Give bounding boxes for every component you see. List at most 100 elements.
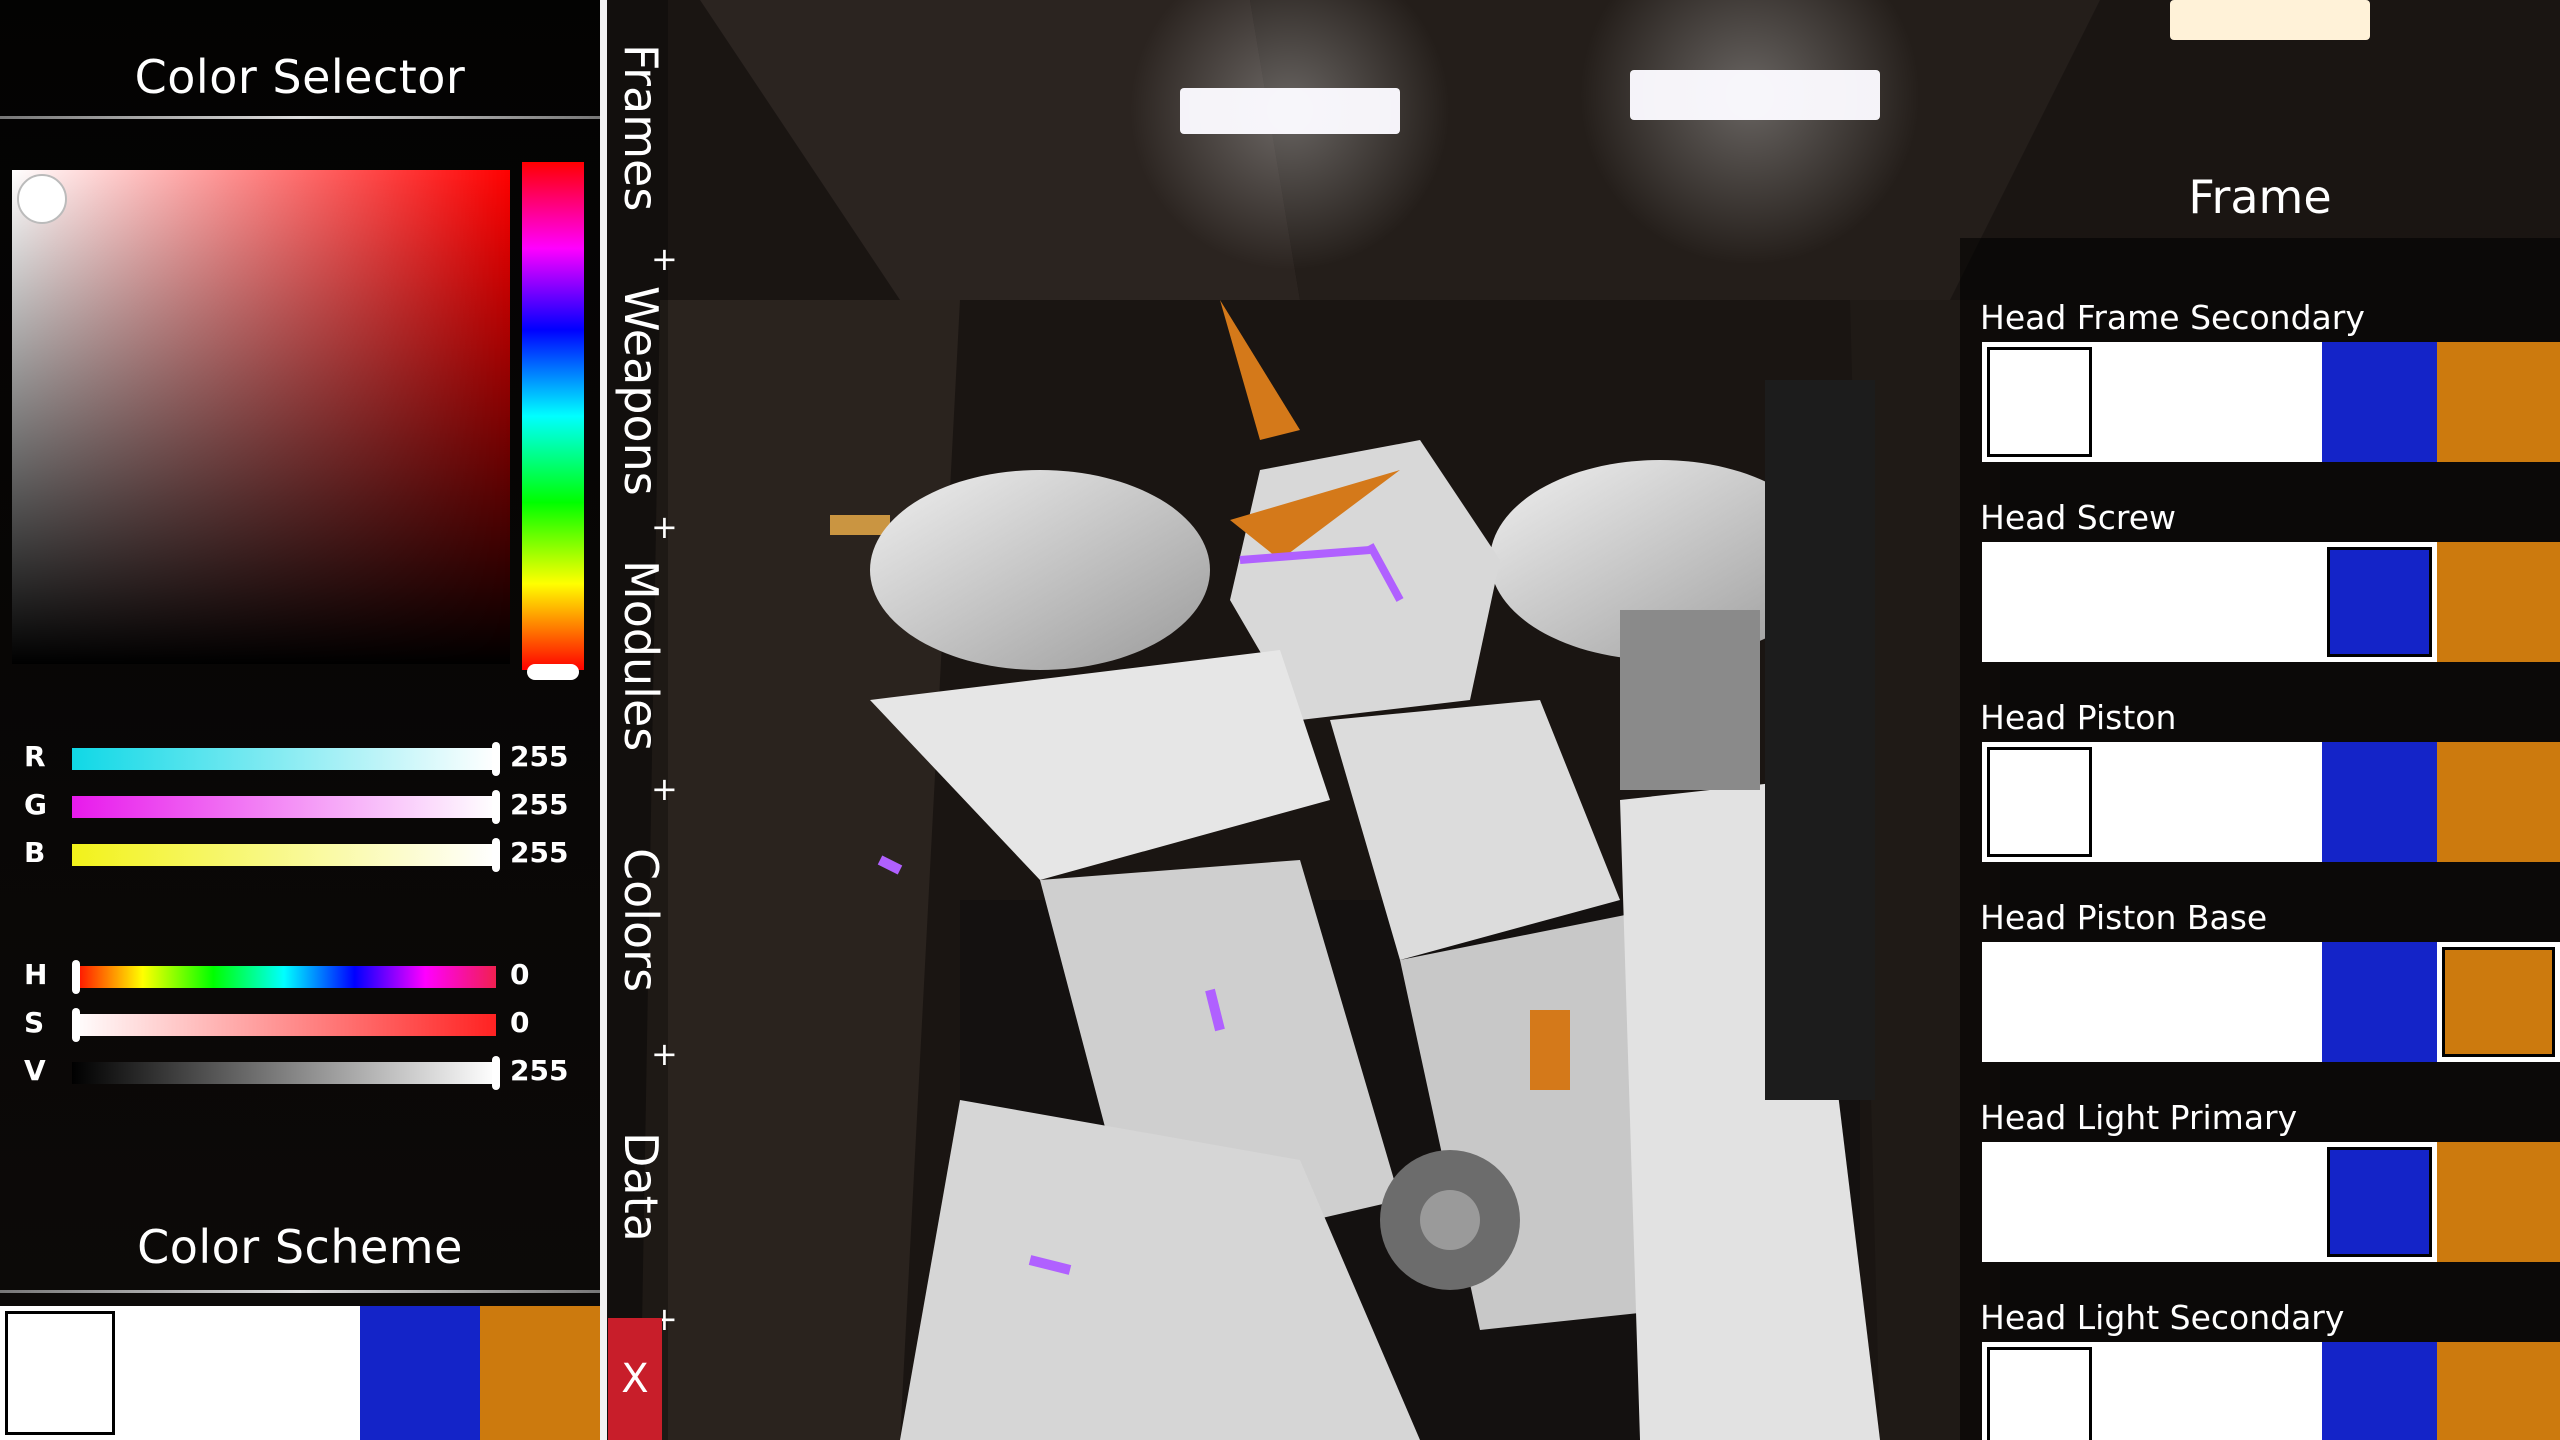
entry-swatches xyxy=(1982,1342,2560,1440)
color-selector-panel: Color Selector R 255 G 255 B 255 H 0 S 0… xyxy=(0,0,600,1440)
entry-label: Head Light Secondary xyxy=(1980,1298,2345,1337)
frame-color-list: Head Frame Secondary Head Screw Head Pis… xyxy=(1960,238,2560,1440)
entry-swatches xyxy=(1982,742,2560,862)
plus-icon: + xyxy=(651,240,678,278)
hue-slider-knob[interactable] xyxy=(72,960,80,994)
blue-slider: B 255 xyxy=(0,834,600,874)
color-swatch[interactable] xyxy=(2322,542,2437,662)
hue-slider-label: H xyxy=(24,958,48,991)
saturation-value-picker[interactable] xyxy=(12,170,510,664)
blue-slider-label: B xyxy=(24,836,46,869)
value-slider: V 255 xyxy=(0,1052,600,1092)
value-slider-knob[interactable] xyxy=(492,1056,500,1090)
color-swatch[interactable] xyxy=(2097,742,2322,862)
red-slider-track[interactable] xyxy=(72,748,496,770)
frame-color-entry xyxy=(1960,238,2560,252)
hue-value: 0 xyxy=(510,958,530,991)
tab-frames[interactable]: Frames xyxy=(607,44,668,211)
color-picker-handle[interactable] xyxy=(17,174,67,224)
tab-modules[interactable]: Modules xyxy=(607,560,668,751)
color-swatch[interactable] xyxy=(2437,942,2560,1062)
tab-data[interactable]: Data xyxy=(607,1132,668,1242)
green-slider-knob[interactable] xyxy=(492,790,500,824)
entry-label: Head Piston xyxy=(1980,698,2177,737)
blue-slider-track[interactable] xyxy=(72,844,496,866)
blue-slider-knob[interactable] xyxy=(492,838,500,872)
color-swatch[interactable] xyxy=(480,1306,600,1440)
red-value: 255 xyxy=(510,740,569,773)
frame-color-entry: Head Screw xyxy=(1960,492,2560,692)
value-slider-label: V xyxy=(24,1054,46,1087)
plus-icon: + xyxy=(651,508,678,546)
frame-color-entry: Head Piston xyxy=(1960,692,2560,892)
entry-label: Head Frame Secondary xyxy=(1980,298,2365,337)
frame-color-entry: Head Light Secondary xyxy=(1960,1292,2560,1440)
green-slider: G 255 xyxy=(0,786,600,826)
color-selector-title: Color Selector xyxy=(134,50,466,104)
frame-color-entry: Head Light Primary xyxy=(1960,1092,2560,1292)
green-value: 255 xyxy=(510,788,569,821)
title-divider xyxy=(0,1290,600,1293)
ceiling-light xyxy=(2170,0,2370,40)
color-swatch[interactable] xyxy=(1982,542,2097,662)
hue-handle[interactable] xyxy=(527,664,579,680)
color-swatch[interactable] xyxy=(1982,342,2097,462)
color-swatch[interactable] xyxy=(2437,542,2560,662)
color-swatch[interactable] xyxy=(1982,1342,2097,1440)
tab-colors[interactable]: Colors xyxy=(607,848,668,992)
color-swatch[interactable] xyxy=(2322,942,2437,1062)
saturation-slider: S 0 xyxy=(0,1004,600,1044)
color-swatch[interactable] xyxy=(2437,742,2560,862)
color-swatch[interactable] xyxy=(2097,1142,2322,1262)
entry-label: Head Piston Base xyxy=(1980,898,2268,937)
frame-color-entry: Head Frame Secondary xyxy=(1960,292,2560,492)
plus-icon: + xyxy=(651,1035,678,1073)
color-swatch[interactable] xyxy=(2097,342,2322,462)
color-swatch[interactable] xyxy=(1982,942,2097,1062)
color-swatch[interactable] xyxy=(2437,342,2560,462)
color-scheme-swatches xyxy=(0,1306,600,1440)
entry-swatches xyxy=(1982,342,2560,462)
close-button[interactable]: X xyxy=(608,1318,662,1440)
blue-value: 255 xyxy=(510,836,569,869)
color-swatch[interactable] xyxy=(1982,742,2097,862)
red-slider-knob[interactable] xyxy=(492,742,500,776)
color-swatch[interactable] xyxy=(2097,542,2322,662)
color-swatch[interactable] xyxy=(2437,1342,2560,1440)
value-slider-track[interactable] xyxy=(72,1062,496,1084)
color-swatch[interactable] xyxy=(2437,1142,2560,1262)
saturation-slider-track[interactable] xyxy=(72,1014,496,1036)
color-swatch[interactable] xyxy=(0,1306,120,1440)
hue-spectrum-bar[interactable] xyxy=(522,162,584,670)
frame-color-entry: Head Piston Base xyxy=(1960,892,2560,1092)
entry-label: Head Screw xyxy=(1980,498,2177,537)
color-swatch[interactable] xyxy=(2322,1342,2437,1440)
title-divider xyxy=(0,116,600,119)
green-slider-track[interactable] xyxy=(72,796,496,818)
saturation-value: 0 xyxy=(510,1006,530,1039)
entry-swatches xyxy=(1982,1142,2560,1262)
red-slider: R 255 xyxy=(0,738,600,778)
color-swatch[interactable] xyxy=(1982,1142,2097,1262)
entry-swatches xyxy=(1982,542,2560,662)
saturation-slider-label: S xyxy=(24,1006,45,1039)
plus-icon: + xyxy=(651,770,678,808)
value-value: 255 xyxy=(510,1054,569,1087)
color-swatch[interactable] xyxy=(360,1306,480,1440)
hue-slider: H 0 xyxy=(0,956,600,996)
color-swatch[interactable] xyxy=(120,1306,360,1440)
hue-slider-track[interactable] xyxy=(72,966,496,988)
color-swatch[interactable] xyxy=(2322,1142,2437,1262)
red-slider-label: R xyxy=(24,740,46,773)
color-swatch[interactable] xyxy=(2322,342,2437,462)
category-tab-strip: Frames Weapons Modules Colors Data + + +… xyxy=(600,0,678,1440)
frame-panel-title: Frame xyxy=(2188,170,2332,224)
saturation-slider-knob[interactable] xyxy=(72,1008,80,1042)
color-swatch[interactable] xyxy=(2097,942,2322,1062)
green-slider-label: G xyxy=(24,788,47,821)
color-swatch[interactable] xyxy=(2097,1342,2322,1440)
tab-weapons[interactable]: Weapons xyxy=(607,286,668,496)
color-swatch[interactable] xyxy=(2322,742,2437,862)
entry-swatches xyxy=(1982,942,2560,1062)
color-scheme-title: Color Scheme xyxy=(137,1220,463,1274)
